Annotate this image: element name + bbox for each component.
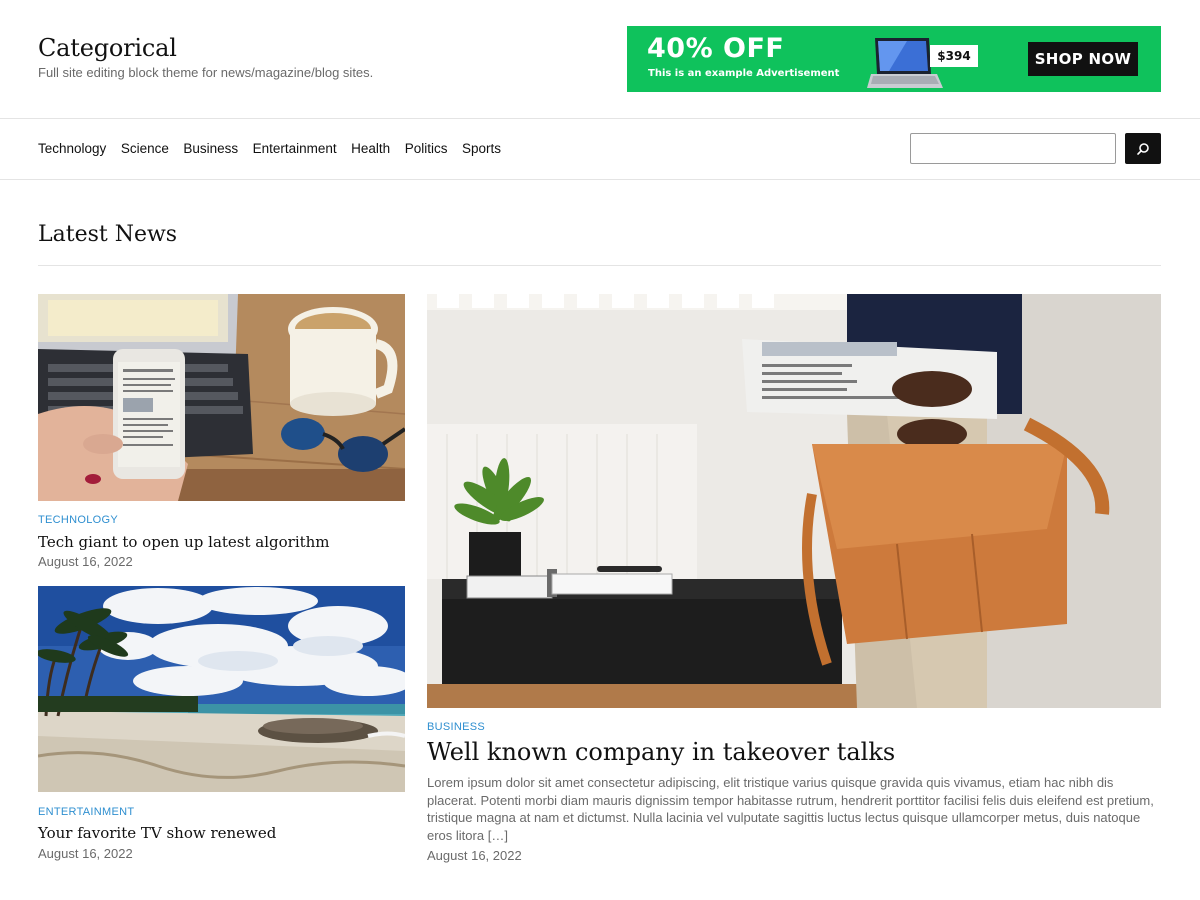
nav-item-health[interactable]: Health xyxy=(351,141,390,156)
nav-item-entertainment[interactable]: Entertainment xyxy=(253,141,337,156)
nav-item-politics[interactable]: Politics xyxy=(405,141,448,156)
nav-item: Politics xyxy=(405,140,462,158)
nav-item-science[interactable]: Science xyxy=(121,141,169,156)
post-title-link[interactable]: Well known company in takeover talks xyxy=(427,738,895,766)
search-icon xyxy=(1137,142,1149,155)
nav-item-business[interactable]: Business xyxy=(183,141,238,156)
post-image-graphic xyxy=(427,294,1161,708)
post-image-graphic xyxy=(38,294,405,501)
nav-item-technology[interactable]: Technology xyxy=(38,141,106,156)
post-category-link[interactable]: BUSINESS xyxy=(427,721,485,733)
post-title: Tech giant to open up latest algorithm xyxy=(38,533,330,551)
site-tagline: Full site editing block theme for news/m… xyxy=(38,65,374,80)
search-button[interactable] xyxy=(1125,133,1161,164)
nav-item: Sports xyxy=(462,140,516,158)
post-title-link[interactable]: Your favorite TV show renewed xyxy=(38,824,276,842)
ad-headline: 40% OFF xyxy=(647,33,785,64)
nav-item-sports[interactable]: Sports xyxy=(462,141,501,156)
post-title: Well known company in takeover talks xyxy=(427,738,895,766)
post-title: Your favorite TV show renewed xyxy=(38,824,276,842)
post-image[interactable] xyxy=(427,294,1161,708)
post-category-link[interactable]: ENTERTAINMENT xyxy=(38,806,134,818)
post-excerpt: Lorem ipsum dolor sit amet consectetur a… xyxy=(427,774,1155,844)
search-input[interactable] xyxy=(910,133,1116,164)
site-title[interactable]: Categorical xyxy=(38,34,177,62)
post-date: August 16, 2022 xyxy=(38,554,133,569)
site-header: Categorical Full site editing block them… xyxy=(0,0,1200,119)
main-navigation: Technology Science Business Entertainmen… xyxy=(0,119,1200,180)
ad-subtext: This is an example Advertisement xyxy=(648,68,840,79)
post-category-link[interactable]: TECHNOLOGY xyxy=(38,514,118,526)
read-more-link[interactable]: […] xyxy=(488,828,508,843)
ad-price: $394 xyxy=(930,45,978,67)
post-title-link[interactable]: Tech giant to open up latest algorithm xyxy=(38,533,330,551)
nav-menu: Technology Science Business Entertainmen… xyxy=(38,140,516,158)
shop-now-button[interactable]: SHOP NOW xyxy=(1028,42,1138,76)
nav-item: Business xyxy=(183,140,252,158)
nav-item: Health xyxy=(351,140,405,158)
section-divider xyxy=(38,265,1161,266)
post-image[interactable] xyxy=(38,294,405,501)
nav-item: Entertainment xyxy=(253,140,352,158)
post-image-graphic xyxy=(38,586,405,792)
nav-item: Technology xyxy=(38,140,121,158)
post-excerpt-text: Lorem ipsum dolor sit amet consectetur a… xyxy=(427,775,1154,843)
nav-item: Science xyxy=(121,140,184,158)
section-title: Latest News xyxy=(38,222,178,247)
advertisement-banner[interactable]: 40% OFF This is an example Advertisement… xyxy=(627,26,1161,92)
post-date: August 16, 2022 xyxy=(38,846,133,861)
post-image[interactable] xyxy=(38,586,405,792)
post-date: August 16, 2022 xyxy=(427,848,522,863)
